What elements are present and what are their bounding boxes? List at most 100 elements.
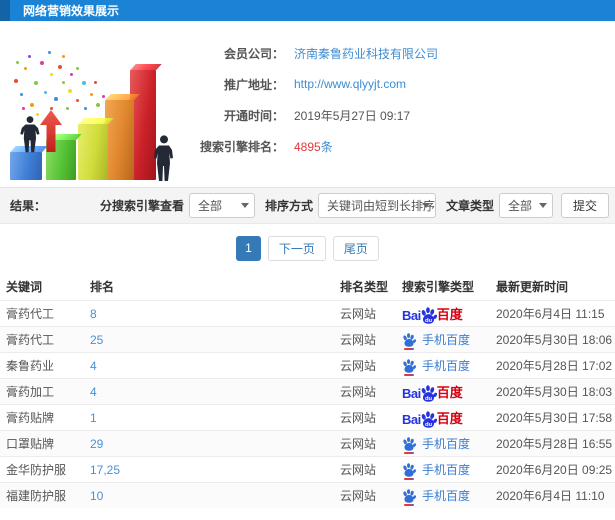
baidu-pc-logo: Bai du 百度: [402, 382, 496, 402]
confetti-dot: [48, 51, 51, 54]
engine-filter-value: 全部: [197, 199, 222, 213]
col-keyword: 关键词: [6, 279, 43, 294]
rank-count-unit: 条: [320, 139, 333, 154]
rank-link[interactable]: 4: [90, 359, 340, 373]
keyword-cell: 膏药加工: [6, 385, 55, 399]
engine-filter-label: 分搜索引擎查看: [99, 199, 184, 213]
baidu-paw-icon: [403, 462, 416, 477]
chart-bar-yellow: [78, 124, 108, 180]
svg-text:du: du: [425, 396, 433, 402]
confetti-dot: [16, 61, 19, 64]
rank-link[interactable]: 25: [90, 333, 340, 347]
keyword-cell: 膏药代工: [6, 307, 55, 321]
mobile-baidu-text: 手机百度: [422, 359, 471, 373]
updated-time-cell: 2020年5月30日 18:06: [496, 333, 613, 347]
baidu-mobile-logo: 手机百度: [402, 435, 496, 454]
pagination: 1 下一页 尾页: [0, 224, 615, 272]
updated-time-cell: 2020年6月4日 11:10: [496, 489, 605, 503]
confetti-dot: [54, 97, 58, 101]
baidu-logo-text: Bai: [402, 386, 421, 401]
open-time-label: 开通时间：: [223, 108, 284, 123]
title-bar-accent: [0, 0, 10, 21]
updated-time-cell: 2020年5月30日 18:03: [496, 385, 613, 399]
table-row: 膏药加工 4 云网站 Bai du 百度 2020年5月30日 18:03: [0, 378, 615, 404]
rank-type-cell: 云网站: [340, 359, 377, 373]
promo-url-link[interactable]: http://www.qlyyjt.com: [294, 77, 406, 91]
confetti-dot: [22, 107, 25, 110]
keyword-cell: 金华防护服: [6, 463, 67, 477]
businessman-left-figure: [20, 116, 40, 153]
company-link[interactable]: 济南秦鲁药业科技有限公司: [294, 45, 438, 62]
confetti-dot: [68, 89, 72, 93]
baidu-logo-text: Bai: [402, 308, 421, 323]
last-page-button[interactable]: 尾页: [332, 235, 379, 261]
confetti-dot: [96, 103, 100, 107]
rank-type-cell: 云网站: [340, 307, 377, 321]
confetti-dot: [34, 81, 38, 85]
paw-underline: [404, 373, 414, 376]
rank-link[interactable]: 29: [90, 437, 340, 451]
mobile-baidu-text: 手机百度: [422, 437, 471, 451]
ranking-table: 关键词 排名 排名类型 搜索引擎类型 最新更新时间 膏药代工 8 云网站 Bai du 百…: [0, 272, 615, 508]
confetti-dot: [70, 73, 73, 76]
baidu-paw-icon: du: [421, 385, 437, 402]
svg-text:du: du: [425, 422, 433, 428]
sort-filter-select[interactable]: 关键词由短到长排序: [317, 193, 436, 218]
rank-type-cell: 云网站: [340, 437, 377, 451]
table-row: 福建防护服 10 云网站 手机百度 2020年6月4日 11:10: [0, 482, 615, 508]
confetti-dot: [20, 93, 23, 96]
baidu-mobile-logo: 手机百度: [402, 331, 496, 350]
rank-type-cell: 云网站: [340, 463, 377, 477]
confetti-dot: [30, 103, 34, 107]
confetti-dot: [14, 79, 18, 83]
promo-url-label: 推广地址：: [223, 77, 284, 92]
confetti-dot: [44, 91, 47, 94]
info-section: 会员公司： 济南秦鲁药业科技有限公司 推广地址： http://www.qlyy…: [0, 21, 615, 187]
growth-chart-image: [4, 33, 174, 183]
rank-count-value: 4895条: [294, 139, 333, 154]
table-row: 膏药代工 8 云网站 Bai du 百度 2020年6月4日 11:15: [0, 300, 615, 326]
title-bar: 网络营销效果展示: [0, 0, 615, 21]
table-row: 口罩贴牌 29 云网站 手机百度 2020年5月28日 16:55: [0, 430, 615, 456]
filter-bar: 结果： 分搜索引擎查看 全部 排序方式 关键词由短到长排序 文章类型 全部 提交: [0, 187, 615, 224]
confetti-dot: [62, 55, 65, 58]
red-arrow-icon: [40, 110, 62, 152]
updated-time-cell: 2020年5月30日 17:58: [496, 411, 613, 425]
confetti-dot: [40, 61, 44, 65]
table-body: 膏药代工 8 云网站 Bai du 百度 2020年6月4日 11:15 膏药代工 25 云网站手…: [0, 300, 615, 508]
result-label: 结果：: [10, 199, 47, 213]
paw-underline: [404, 347, 414, 350]
type-filter-select[interactable]: 全部: [498, 193, 553, 218]
table-row: 膏药贴牌 1 云网站 Bai du 百度 2020年5月30日 17:58: [0, 404, 615, 430]
confetti-dot: [82, 81, 86, 85]
updated-time-cell: 2020年6月4日 11:15: [496, 307, 605, 321]
submit-button[interactable]: 提交: [560, 193, 609, 218]
updated-time-cell: 2020年5月28日 16:55: [496, 437, 613, 451]
confetti-dot: [84, 107, 87, 110]
chevron-down-icon: [421, 203, 430, 208]
rank-link[interactable]: 17,25: [90, 463, 340, 477]
mobile-baidu-text: 手机百度: [422, 333, 471, 347]
rank-link[interactable]: 8: [90, 307, 340, 321]
next-page-button[interactable]: 下一页: [267, 235, 326, 261]
confetti-dot: [94, 81, 97, 84]
paw-underline: [404, 451, 414, 454]
page-button-current[interactable]: 1: [236, 235, 261, 261]
updated-time-cell: 2020年6月20日 09:25: [496, 463, 613, 477]
rank-link[interactable]: 10: [90, 489, 340, 503]
table-header-row: 关键词 排名 排名类型 搜索引擎类型 最新更新时间: [0, 272, 615, 300]
baidu-paw-icon: [403, 488, 416, 503]
businessman-right-figure: [154, 135, 173, 181]
rank-link[interactable]: 4: [90, 385, 340, 399]
open-time-value: 2019年5月27日 09:17: [294, 108, 411, 123]
keyword-cell: 福建防护服: [6, 489, 67, 503]
rank-link[interactable]: 1: [90, 411, 340, 425]
mobile-baidu-text: 手机百度: [422, 489, 471, 503]
col-updated: 最新更新时间: [496, 279, 569, 294]
paw-underline: [404, 503, 414, 506]
keyword-cell: 秦鲁药业: [6, 359, 55, 373]
baidu-paw-icon: [403, 436, 416, 451]
rank-type-cell: 云网站: [340, 411, 377, 425]
engine-filter-select[interactable]: 全部: [188, 193, 255, 218]
chart-bar-blue: [10, 152, 42, 180]
